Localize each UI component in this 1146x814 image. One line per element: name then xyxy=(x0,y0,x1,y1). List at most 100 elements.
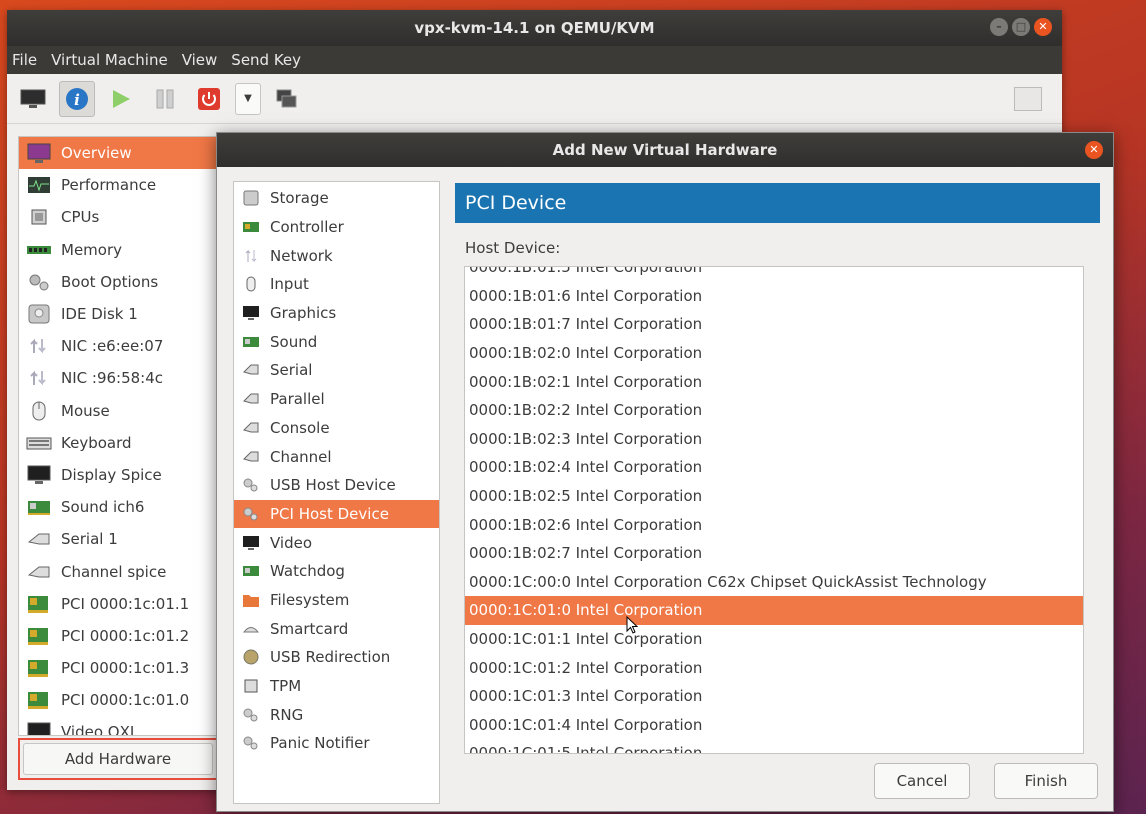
power-dropdown-icon[interactable]: ▼ xyxy=(235,82,261,115)
hardware-type-item[interactable]: RNG xyxy=(234,700,439,729)
sidebar-item[interactable]: Performance xyxy=(19,169,217,201)
snapshot-icon[interactable] xyxy=(269,81,305,117)
host-device-item[interactable]: 0000:1C:01:2 Intel Corporation xyxy=(465,653,1083,682)
sidebar-item-label: IDE Disk 1 xyxy=(61,305,138,324)
sidebar-item[interactable]: PCI 0000:1c:01.1 xyxy=(19,588,217,620)
hardware-type-item[interactable]: Network xyxy=(234,241,439,270)
sidebar-item[interactable]: Overview xyxy=(19,137,217,170)
host-device-item[interactable]: 0000:1B:02:5 Intel Corporation xyxy=(465,482,1083,511)
sidebar-item[interactable]: PCI 0000:1c:01.2 xyxy=(19,620,217,652)
sidebar-item[interactable]: PCI 0000:1c:01.0 xyxy=(19,684,217,716)
pause-icon[interactable] xyxy=(147,81,183,117)
host-device-item[interactable]: 0000:1B:02:4 Intel Corporation xyxy=(465,453,1083,482)
sidebar-item[interactable]: NIC :e6:ee:07 xyxy=(19,330,217,362)
hardware-type-item[interactable]: Video xyxy=(234,528,439,557)
hardware-type-item[interactable]: Controller xyxy=(234,213,439,242)
sidebar-item[interactable]: Memory xyxy=(19,234,217,266)
hardware-type-item[interactable]: Filesystem xyxy=(234,586,439,615)
display-icon xyxy=(242,304,260,322)
sidebar-item[interactable]: Sound ich6 xyxy=(19,491,217,523)
sidebar-item-label: Performance xyxy=(61,176,157,195)
sidebar-item[interactable]: Display Spice xyxy=(19,459,217,491)
host-device-item[interactable]: 0000:1B:01:7 Intel Corporation xyxy=(465,310,1083,339)
hardware-type-item[interactable]: Sound xyxy=(234,327,439,356)
host-device-item[interactable]: 0000:1B:01:6 Intel Corporation xyxy=(465,282,1083,311)
hardware-type-list: Storage Controller Network Input Graphics Sou… xyxy=(233,181,440,804)
host-device-list[interactable]: 0000:1B:01:5 Intel Corporation 0000:1B:01… xyxy=(464,266,1084,754)
menu-virtual-machine[interactable]: Virtual Machine xyxy=(48,51,171,69)
sidebar-item[interactable]: PCI 0000:1c:01.3 xyxy=(19,652,217,684)
sidebar-item-label: Mouse xyxy=(61,401,110,420)
host-device-item[interactable]: 0000:1B:02:2 Intel Corporation xyxy=(465,396,1083,425)
sidebar-item-label: NIC :96:58:4c xyxy=(61,369,164,388)
host-device-item[interactable]: 0000:1C:01:5 Intel Corporation xyxy=(465,739,1083,753)
menu-file[interactable]: File xyxy=(9,51,40,69)
sidebar-item-label: Serial 1 xyxy=(61,530,118,549)
cpu-icon xyxy=(25,206,53,228)
hardware-type-label: Parallel xyxy=(270,390,325,409)
finish-button[interactable]: Finish xyxy=(994,763,1098,799)
sidebar-item[interactable]: IDE Disk 1 xyxy=(19,298,217,330)
monitor-icon[interactable] xyxy=(15,81,51,117)
host-device-item[interactable]: 0000:1B:02:0 Intel Corporation xyxy=(465,339,1083,368)
host-device-item[interactable]: 0000:1C:01:4 Intel Corporation xyxy=(465,711,1083,740)
host-device-item[interactable]: 0000:1B:02:6 Intel Corporation xyxy=(465,510,1083,539)
hardware-type-item[interactable]: Smartcard xyxy=(234,614,439,643)
menu-view[interactable]: View xyxy=(179,51,221,69)
maximize-icon[interactable]: □ xyxy=(1012,18,1030,36)
hardware-type-item[interactable]: Parallel xyxy=(234,385,439,414)
hardware-type-item[interactable]: Storage xyxy=(234,184,439,213)
hardware-type-label: Sound xyxy=(270,332,318,351)
sidebar-item[interactable]: Boot Options xyxy=(19,266,217,298)
dialog-titlebar[interactable]: Add New Virtual Hardware ✕ xyxy=(217,133,1113,167)
dialog-close-icon[interactable]: ✕ xyxy=(1085,141,1103,159)
hardware-type-item[interactable]: Input xyxy=(234,270,439,299)
hardware-type-item[interactable]: Graphics xyxy=(234,299,439,328)
hardware-type-item[interactable]: TPM xyxy=(234,672,439,701)
host-device-item[interactable]: 0000:1C:01:1 Intel Corporation xyxy=(465,625,1083,654)
host-device-item[interactable]: 0000:1B:02:7 Intel Corporation xyxy=(465,539,1083,568)
host-device-item[interactable]: 0000:1C:01:3 Intel Corporation xyxy=(465,682,1083,711)
close-icon[interactable]: ✕ xyxy=(1034,18,1052,36)
cancel-button[interactable]: Cancel xyxy=(874,763,970,799)
power-icon[interactable] xyxy=(191,81,227,117)
menu-send-key[interactable]: Send Key xyxy=(228,51,304,69)
tpm-icon xyxy=(242,677,260,695)
usb-icon xyxy=(242,476,260,494)
play-icon[interactable] xyxy=(103,81,139,117)
add-hardware-button[interactable]: Add Hardware xyxy=(23,743,213,775)
window-titlebar[interactable]: vpx-kvm-14.1 on QEMU/KVM – □ ✕ xyxy=(7,10,1062,46)
sidebar-item-label: Keyboard xyxy=(61,433,132,452)
sidebar-item[interactable]: CPUs xyxy=(19,201,217,233)
host-device-item[interactable]: 0000:1C:00:0 Intel Corporation C62x Chip… xyxy=(465,568,1083,597)
host-device-label: Host Device: xyxy=(465,239,561,257)
hardware-type-item[interactable]: Watchdog xyxy=(234,557,439,586)
host-device-item[interactable]: 0000:1C:01:0 Intel Corporation xyxy=(465,596,1083,625)
hardware-type-item[interactable]: PCI Host Device xyxy=(234,499,439,529)
sidebar-item[interactable]: Serial 1 xyxy=(19,523,217,555)
host-device-item[interactable]: 0000:1B:02:3 Intel Corporation xyxy=(465,425,1083,454)
sidebar-item[interactable]: Channel spice xyxy=(19,555,217,587)
info-icon[interactable]: i xyxy=(59,80,95,117)
hardware-type-item[interactable]: Panic Notifier xyxy=(234,729,439,758)
minimize-icon[interactable]: – xyxy=(990,18,1008,36)
add-hardware-dialog: Add New Virtual Hardware ✕ Storage Contro… xyxy=(216,132,1114,812)
sidebar-item-label: Boot Options xyxy=(61,272,159,291)
sidebar-item[interactable]: NIC :96:58:4c xyxy=(19,362,217,394)
mouse-cursor-icon xyxy=(626,616,638,634)
sidebar-item[interactable]: Mouse xyxy=(19,395,217,427)
serial-icon xyxy=(242,361,260,379)
hardware-type-item[interactable]: Console xyxy=(234,414,439,443)
host-device-item[interactable]: 0000:1B:01:5 Intel Corporation xyxy=(465,267,1083,282)
hardware-type-item[interactable]: USB Redirection xyxy=(234,643,439,672)
hardware-type-label: Channel xyxy=(270,447,332,466)
sidebar-item[interactable]: Video QXL xyxy=(19,716,217,735)
hardware-type-item[interactable]: Channel xyxy=(234,442,439,471)
fullscreen-icon[interactable] xyxy=(1014,87,1042,111)
hardware-type-item[interactable]: USB Host Device xyxy=(234,471,439,500)
sidebar-item[interactable]: Keyboard xyxy=(19,427,217,459)
host-device-item[interactable]: 0000:1B:02:1 Intel Corporation xyxy=(465,367,1083,396)
sidebar-item-label: Overview xyxy=(61,144,132,163)
pci-card-icon xyxy=(25,593,53,615)
hardware-type-item[interactable]: Serial xyxy=(234,356,439,385)
